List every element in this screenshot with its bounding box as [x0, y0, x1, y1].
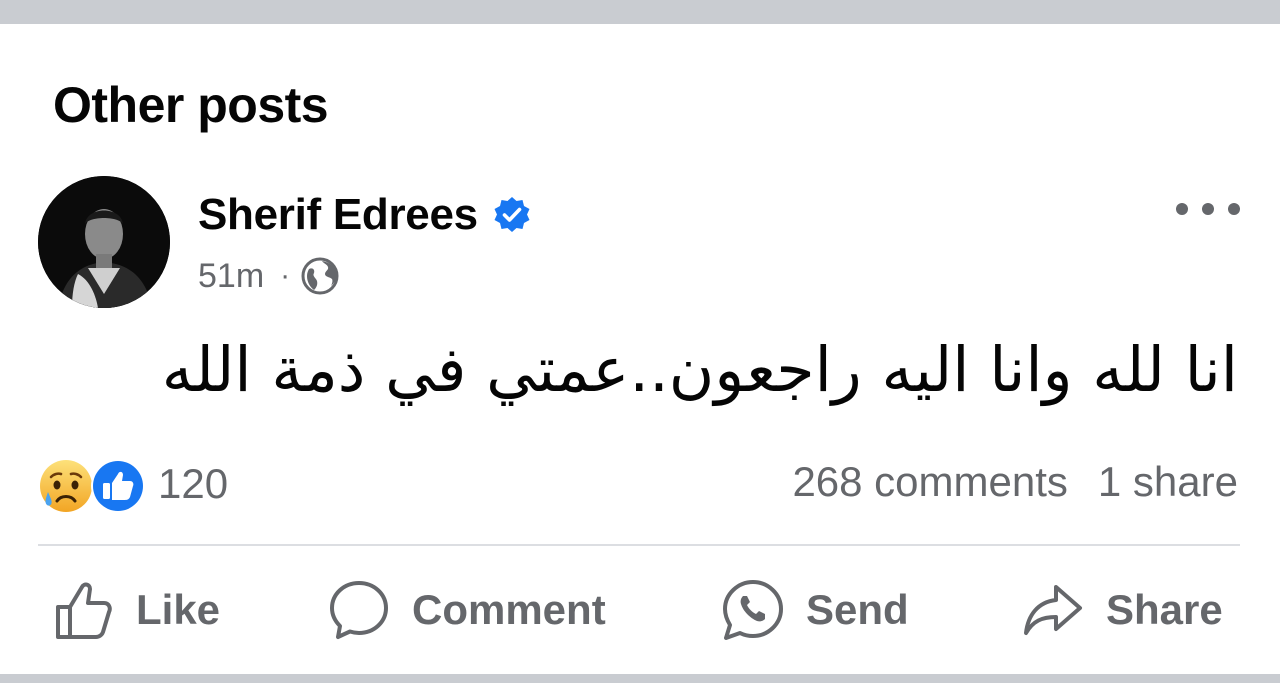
author-name[interactable]: Sherif Edrees: [198, 190, 478, 240]
bottom-separator-band: [0, 674, 1280, 683]
reaction-icons: [38, 456, 146, 513]
globe-icon: [300, 256, 340, 296]
comment-bubble-icon: [330, 581, 388, 639]
author-avatar[interactable]: [38, 176, 170, 308]
post-meta: 51m ·: [198, 256, 340, 296]
post-body-text: انا لله وانا اليه راجعون..عمتي في ذمة ال…: [161, 333, 1238, 406]
more-dot-icon: [1176, 203, 1188, 215]
post-actions-bar: Like Comment Send Share: [0, 570, 1280, 650]
meta-separator: ·: [280, 259, 291, 292]
sad-reaction-icon: [40, 460, 92, 512]
avatar-portrait: [38, 176, 170, 308]
thumbs-up-icon: [56, 582, 112, 639]
share-button[interactable]: Share: [1020, 570, 1223, 650]
send-label: Send: [806, 586, 909, 633]
like-button[interactable]: Like: [50, 570, 220, 650]
share-arrow-icon: [1024, 585, 1082, 635]
send-whatsapp-button[interactable]: Send: [720, 570, 909, 650]
engagement-counts: 268 comments 1 share: [792, 458, 1238, 506]
section-title: Other posts: [53, 77, 329, 133]
share-label: Share: [1106, 586, 1223, 633]
shares-count-link[interactable]: 1 share: [1098, 458, 1238, 506]
actions-divider: [38, 544, 1240, 546]
more-options-button[interactable]: [1176, 194, 1240, 224]
post-timestamp[interactable]: 51m: [198, 257, 264, 296]
comment-button[interactable]: Comment: [326, 570, 606, 650]
comments-count-link[interactable]: 268 comments: [792, 458, 1067, 506]
comment-label: Comment: [412, 586, 606, 633]
verified-badge-icon: [492, 195, 532, 235]
whatsapp-icon: [723, 580, 783, 640]
like-reaction-icon: [91, 459, 145, 513]
top-separator-band: [0, 0, 1280, 24]
like-label: Like: [136, 586, 221, 633]
more-dot-icon: [1202, 203, 1214, 215]
more-dot-icon: [1228, 203, 1240, 215]
author-row: Sherif Edrees: [198, 190, 532, 240]
reaction-count: 120: [158, 460, 229, 507]
reactions-summary[interactable]: 120: [38, 456, 229, 513]
